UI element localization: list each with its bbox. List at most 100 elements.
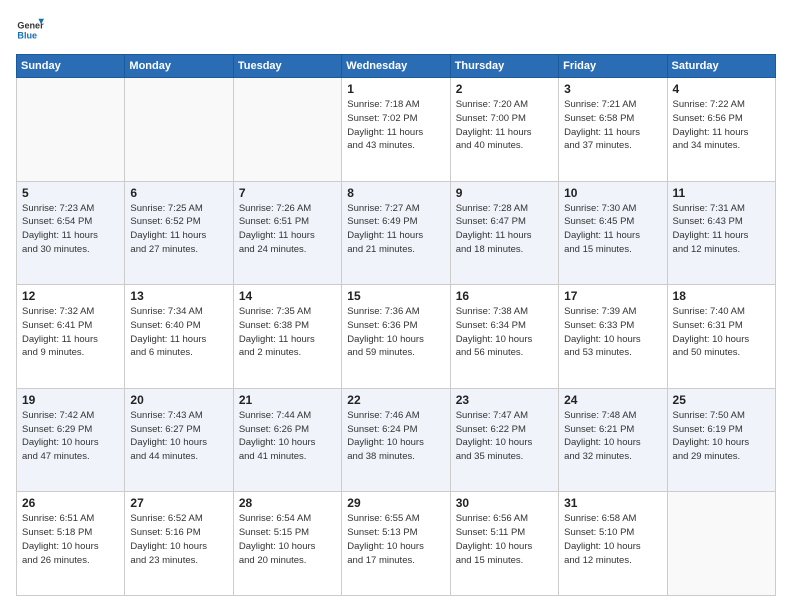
day-info: Sunrise: 7:39 AM Sunset: 6:33 PM Dayligh… [564, 305, 661, 360]
page-header: General Blue [16, 16, 776, 44]
calendar-day-cell: 5 Sunrise: 7:23 AM Sunset: 6:54 PM Daylig… [17, 181, 125, 285]
day-info: Sunrise: 7:50 AM Sunset: 6:19 PM Dayligh… [673, 409, 770, 464]
calendar-week-row: 5 Sunrise: 7:23 AM Sunset: 6:54 PM Daylig… [17, 181, 776, 285]
day-number: 22 [347, 393, 444, 407]
calendar-day-cell: 15Sunrise: 7:36 AM Sunset: 6:36 PM Dayli… [342, 285, 450, 389]
day-info: Sunrise: 7:22 AM Sunset: 6:56 PM Dayligh… [673, 98, 770, 153]
calendar-day-cell: 24Sunrise: 7:48 AM Sunset: 6:21 PM Dayli… [559, 388, 667, 492]
weekday-header-monday: Monday [125, 55, 233, 78]
day-info: Sunrise: 7:46 AM Sunset: 6:24 PM Dayligh… [347, 409, 444, 464]
weekday-header-sunday: Sunday [17, 55, 125, 78]
calendar-day-cell: 23 Sunrise: 7:47 AM Sunset: 6:22 PM Dayli… [450, 388, 558, 492]
calendar-day-cell: 16 Sunrise: 7:38 AM Sunset: 6:34 PM Dayli… [450, 285, 558, 389]
day-info: Sunrise: 7:28 AM Sunset: 6:47 PM Dayligh… [456, 202, 553, 257]
calendar-day-cell: 20 Sunrise: 7:43 AM Sunset: 6:27 PM Dayli… [125, 388, 233, 492]
weekday-header-thursday: Thursday [450, 55, 558, 78]
day-number: 2 [456, 82, 553, 96]
calendar-week-row: 26 Sunrise: 6:51 AM Sunset: 5:18 PM Dayli… [17, 492, 776, 596]
day-number: 1 [347, 82, 444, 96]
calendar-day-cell: 29 Sunrise: 6:55 AM Sunset: 5:13 PM Dayli… [342, 492, 450, 596]
calendar-day-cell: 22 Sunrise: 7:46 AM Sunset: 6:24 PM Dayli… [342, 388, 450, 492]
calendar-day-cell: 1Sunrise: 7:18 AM Sunset: 7:02 PM Daylig… [342, 78, 450, 182]
weekday-header-wednesday: Wednesday [342, 55, 450, 78]
calendar-day-cell: 6 Sunrise: 7:25 AM Sunset: 6:52 PM Daylig… [125, 181, 233, 285]
weekday-header-tuesday: Tuesday [233, 55, 341, 78]
day-info: Sunrise: 6:52 AM Sunset: 5:16 PM Dayligh… [130, 512, 227, 567]
calendar-day-cell: 19Sunrise: 7:42 AM Sunset: 6:29 PM Dayli… [17, 388, 125, 492]
calendar-day-cell: 21Sunrise: 7:44 AM Sunset: 6:26 PM Dayli… [233, 388, 341, 492]
day-info: Sunrise: 7:43 AM Sunset: 6:27 PM Dayligh… [130, 409, 227, 464]
svg-text:General: General [17, 21, 44, 31]
calendar-day-cell: 10 Sunrise: 7:30 AM Sunset: 6:45 PM Dayli… [559, 181, 667, 285]
calendar-week-row: 1Sunrise: 7:18 AM Sunset: 7:02 PM Daylig… [17, 78, 776, 182]
day-info: Sunrise: 7:23 AM Sunset: 6:54 PM Dayligh… [22, 202, 119, 257]
day-info: Sunrise: 6:54 AM Sunset: 5:15 PM Dayligh… [239, 512, 336, 567]
day-number: 4 [673, 82, 770, 96]
day-number: 3 [564, 82, 661, 96]
day-number: 27 [130, 496, 227, 510]
calendar-day-cell: 8 Sunrise: 7:27 AM Sunset: 6:49 PM Daylig… [342, 181, 450, 285]
day-info: Sunrise: 7:35 AM Sunset: 6:38 PM Dayligh… [239, 305, 336, 360]
calendar-day-cell: 25 Sunrise: 7:50 AM Sunset: 6:19 PM Dayli… [667, 388, 775, 492]
calendar-day-cell: 17 Sunrise: 7:39 AM Sunset: 6:33 PM Dayli… [559, 285, 667, 389]
day-number: 12 [22, 289, 119, 303]
calendar-day-cell [667, 492, 775, 596]
day-number: 18 [673, 289, 770, 303]
day-number: 31 [564, 496, 661, 510]
day-info: Sunrise: 7:47 AM Sunset: 6:22 PM Dayligh… [456, 409, 553, 464]
day-info: Sunrise: 6:51 AM Sunset: 5:18 PM Dayligh… [22, 512, 119, 567]
day-info: Sunrise: 7:44 AM Sunset: 6:26 PM Dayligh… [239, 409, 336, 464]
calendar-day-cell: 31 Sunrise: 6:58 AM Sunset: 5:10 PM Dayli… [559, 492, 667, 596]
weekday-header-row: SundayMondayTuesdayWednesdayThursdayFrid… [17, 55, 776, 78]
calendar-day-cell: 26 Sunrise: 6:51 AM Sunset: 5:18 PM Dayli… [17, 492, 125, 596]
calendar-day-cell: 4 Sunrise: 7:22 AM Sunset: 6:56 PM Daylig… [667, 78, 775, 182]
day-info: Sunrise: 7:26 AM Sunset: 6:51 PM Dayligh… [239, 202, 336, 257]
day-number: 26 [22, 496, 119, 510]
day-info: Sunrise: 7:38 AM Sunset: 6:34 PM Dayligh… [456, 305, 553, 360]
weekday-header-friday: Friday [559, 55, 667, 78]
day-info: Sunrise: 7:25 AM Sunset: 6:52 PM Dayligh… [130, 202, 227, 257]
day-number: 28 [239, 496, 336, 510]
day-info: Sunrise: 7:31 AM Sunset: 6:43 PM Dayligh… [673, 202, 770, 257]
day-info: Sunrise: 7:27 AM Sunset: 6:49 PM Dayligh… [347, 202, 444, 257]
day-number: 16 [456, 289, 553, 303]
calendar-day-cell: 28 Sunrise: 6:54 AM Sunset: 5:15 PM Dayli… [233, 492, 341, 596]
day-number: 17 [564, 289, 661, 303]
day-number: 29 [347, 496, 444, 510]
calendar-day-cell [233, 78, 341, 182]
day-info: Sunrise: 7:40 AM Sunset: 6:31 PM Dayligh… [673, 305, 770, 360]
calendar-week-row: 19Sunrise: 7:42 AM Sunset: 6:29 PM Dayli… [17, 388, 776, 492]
day-info: Sunrise: 6:58 AM Sunset: 5:10 PM Dayligh… [564, 512, 661, 567]
calendar-day-cell: 18 Sunrise: 7:40 AM Sunset: 6:31 PM Dayli… [667, 285, 775, 389]
day-number: 25 [673, 393, 770, 407]
day-number: 20 [130, 393, 227, 407]
day-number: 11 [673, 186, 770, 200]
day-info: Sunrise: 7:34 AM Sunset: 6:40 PM Dayligh… [130, 305, 227, 360]
calendar-day-cell: 2Sunrise: 7:20 AM Sunset: 7:00 PM Daylig… [450, 78, 558, 182]
day-number: 7 [239, 186, 336, 200]
day-number: 19 [22, 393, 119, 407]
day-number: 13 [130, 289, 227, 303]
svg-text:Blue: Blue [17, 30, 37, 40]
calendar-day-cell: 14Sunrise: 7:35 AM Sunset: 6:38 PM Dayli… [233, 285, 341, 389]
day-number: 9 [456, 186, 553, 200]
logo: General Blue [16, 16, 44, 44]
day-number: 23 [456, 393, 553, 407]
calendar-day-cell: 13 Sunrise: 7:34 AM Sunset: 6:40 PM Dayli… [125, 285, 233, 389]
calendar-day-cell: 3Sunrise: 7:21 AM Sunset: 6:58 PM Daylig… [559, 78, 667, 182]
day-info: Sunrise: 6:56 AM Sunset: 5:11 PM Dayligh… [456, 512, 553, 567]
calendar-day-cell [17, 78, 125, 182]
day-number: 10 [564, 186, 661, 200]
calendar-day-cell: 9 Sunrise: 7:28 AM Sunset: 6:47 PM Daylig… [450, 181, 558, 285]
day-info: Sunrise: 6:55 AM Sunset: 5:13 PM Dayligh… [347, 512, 444, 567]
day-number: 24 [564, 393, 661, 407]
day-number: 6 [130, 186, 227, 200]
day-number: 5 [22, 186, 119, 200]
calendar-day-cell: 7 Sunrise: 7:26 AM Sunset: 6:51 PM Daylig… [233, 181, 341, 285]
day-info: Sunrise: 7:30 AM Sunset: 6:45 PM Dayligh… [564, 202, 661, 257]
weekday-header-saturday: Saturday [667, 55, 775, 78]
day-number: 8 [347, 186, 444, 200]
day-number: 15 [347, 289, 444, 303]
calendar-day-cell: 12Sunrise: 7:32 AM Sunset: 6:41 PM Dayli… [17, 285, 125, 389]
calendar-day-cell [125, 78, 233, 182]
